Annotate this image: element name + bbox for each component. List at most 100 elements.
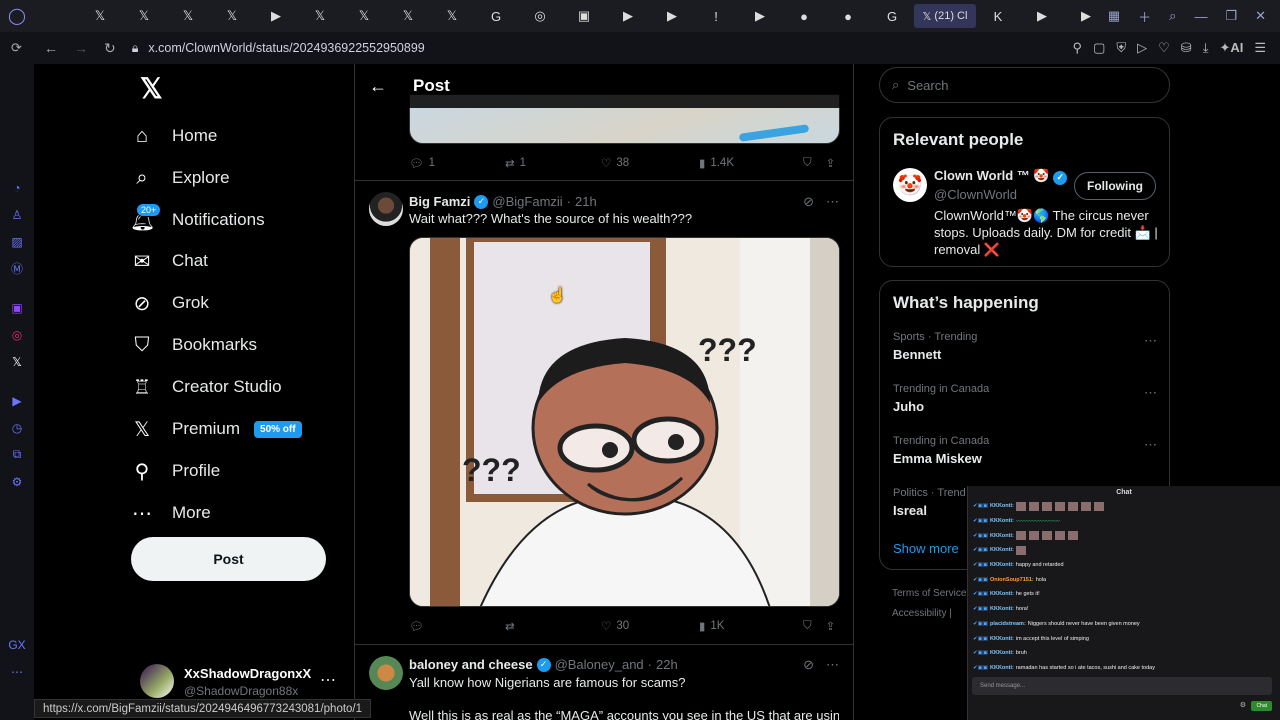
avatar[interactable]: 🤡 [893,168,927,202]
reply-button[interactable]: 💬︎ [409,619,505,633]
trend-item[interactable]: Sports · Trending Bennett ⋯ [893,331,1157,362]
repost-button[interactable]: ⇄ [505,619,601,633]
sidebar-bag-icon[interactable]: ♙ [12,201,23,228]
sidebar-extensions-icon[interactable]: ⧉ [13,441,22,468]
nav-item-more[interactable]: ⋯ More [130,493,211,533]
share-button[interactable]: ⇪ [826,156,836,170]
tab-youtube-icon[interactable]: ▶ [650,0,694,32]
chat-username[interactable]: KKKonti: [990,533,1014,539]
tweet-image[interactable]: ??? ??? ☝ [409,237,840,607]
chat-send-button[interactable]: Chat [1251,701,1272,711]
tab-x-icon[interactable]: 𝕏 [166,0,210,32]
heart-icon[interactable]: ♡ [1158,40,1170,56]
sidebar-gx-icon[interactable]: GX [8,631,25,658]
tab-youtube-icon[interactable]: ▶ [1064,0,1108,32]
avatar[interactable] [369,656,403,690]
nav-item-chat[interactable]: ✉ Chat [130,241,208,281]
chat-username[interactable]: KKKonti: [990,518,1014,524]
sidebar-more-icon[interactable]: ⋯ [11,658,23,685]
nav-item-profile[interactable]: ⚲ Profile [130,451,221,491]
nav-item-notifications[interactable]: 🔔︎ 20+ Notifications [130,200,265,240]
chat-settings-icon[interactable]: ⚙ [1240,701,1246,709]
tab-google-icon[interactable]: G [474,0,518,32]
tweet-author[interactable]: Big Famzi ✓ @BigFamzii · 21h [409,194,597,209]
maximize-icon[interactable]: ❐ [1225,8,1237,24]
tab-gallery-icon[interactable] [34,0,78,32]
nav-item-grok[interactable]: ⊘ Grok [130,283,209,323]
back-arrow-icon[interactable]: ← [369,76,387,97]
share-button[interactable]: ⇪ [826,619,836,633]
trend-item[interactable]: Trending in Canada Emma Miskew ⋯ [893,435,1157,466]
search-input[interactable]: ⌕ Search [879,67,1170,103]
sidebar-x-icon[interactable]: 𝕏 [12,348,22,375]
sidebar-news-icon[interactable]: ▨ [11,228,22,255]
person-name[interactable]: Clown World ™ 🤡 ✓ [934,168,1068,185]
like-button[interactable]: ♡ 38 [601,156,699,170]
chat-username[interactable]: KKKonti: [990,547,1014,553]
tab-google-icon[interactable]: G [870,0,914,32]
tab-x-icon[interactable]: 𝕏 [298,0,342,32]
wallet-icon[interactable]: ⛁ [1181,40,1192,56]
views-button[interactable]: ▮ 1.4K [699,156,803,170]
avatar[interactable] [369,192,403,226]
chat-username[interactable]: placidstream: [990,621,1026,627]
chat-username[interactable]: KKKonti: [990,606,1014,612]
sidebar-twitch-icon[interactable]: ▣ [11,294,22,321]
play-icon[interactable]: ▷ [1137,40,1147,56]
more-icon[interactable]: ⋯ [1144,385,1157,401]
tab-x-icon[interactable]: 𝕏 [210,0,254,32]
tab-overview-icon[interactable]: ▦ [1108,8,1120,24]
bookmark-button[interactable]: ⛉ [803,157,812,170]
repost-button[interactable]: ⇄ 1 [505,156,601,170]
tab-instagram-icon[interactable]: ◎ [518,0,562,32]
nav-item-premium[interactable]: 𝕏 Premium 50% off [130,409,302,449]
chat-username[interactable]: KKKonti: [990,665,1014,671]
sidebar-m-icon[interactable]: Ⓜ [11,255,23,282]
search-tabs-icon[interactable]: ⌕ [1169,8,1176,24]
pin-icon[interactable]: ⚲ [1073,40,1083,56]
sidebar-instagram-icon[interactable]: ◎ [12,321,22,348]
minimize-icon[interactable]: — [1194,9,1207,24]
reply-button[interactable]: 💬︎ 1 [409,156,505,170]
menu-icon[interactable]: ☰ [1254,40,1266,56]
views-button[interactable]: ▮ 1K [699,619,803,633]
tab-youtube-icon[interactable]: ▶ [1020,0,1064,32]
like-button[interactable]: ♡ 30 [601,619,699,633]
reload-sidebar-icon[interactable]: ⟳ [11,40,22,56]
tab-vortex-icon[interactable]: ▶ [254,0,298,32]
chat-username[interactable]: KKKonti: [990,650,1014,656]
more-icon[interactable]: ⋯ [826,657,839,673]
chat-input[interactable]: Send message... [972,677,1272,695]
tab-twitch-icon[interactable]: ▣ [562,0,606,32]
sidebar-history-icon[interactable]: ◷ [12,414,22,441]
sidebar-settings-icon[interactable]: ⚙ [12,468,23,495]
trend-item[interactable]: Trending in Canada Juho ⋯ [893,383,1157,414]
tab-reddit-icon[interactable]: ● [826,0,870,32]
chat-username[interactable]: KKKonti: [990,562,1014,568]
chat-username[interactable]: KKKonti: [990,636,1014,642]
grok-icon[interactable]: ⊘ [803,194,814,210]
more-icon[interactable]: ⋯ [1144,437,1157,453]
tab-reddit-icon[interactable]: ● [782,0,826,32]
following-button[interactable]: Following [1074,172,1156,200]
download-icon[interactable]: ⤓ [1203,40,1209,56]
new-tab-icon[interactable]: ＋ [1138,7,1151,26]
account-switcher[interactable]: XxShadowDragonxX @ShadowDragon88x ⋯ [140,664,350,704]
tab-active[interactable]: 𝕏 (21) Cl [914,4,976,28]
tab-x-icon[interactable]: 𝕏 [122,0,166,32]
tab-x-icon[interactable]: 𝕏 [386,0,430,32]
footer-accessibility[interactable]: Accessibility | [892,608,952,619]
tab-x-icon[interactable]: 𝕏 [342,0,386,32]
url-text[interactable]: x.com/ClownWorld/status/2024936922552950… [148,41,424,55]
more-icon[interactable]: ⋯ [320,670,336,690]
tweet-author[interactable]: baloney and cheese ✓ @Baloney_and · 22h [409,657,678,672]
chat-username[interactable]: KKKonti: [990,503,1014,509]
sidebar-speed-icon[interactable]: ◔ [13,174,20,201]
snapshot-icon[interactable]: ▢ [1093,40,1105,56]
footer-terms[interactable]: Terms of Service [892,588,966,599]
ai-button[interactable]: ✦AI [1219,40,1243,56]
grok-icon[interactable]: ⊘ [803,657,814,673]
sidebar-player-icon[interactable]: ▶ [12,387,21,414]
more-icon[interactable]: ⋯ [826,194,839,210]
close-icon[interactable]: ✕ [1255,8,1266,24]
